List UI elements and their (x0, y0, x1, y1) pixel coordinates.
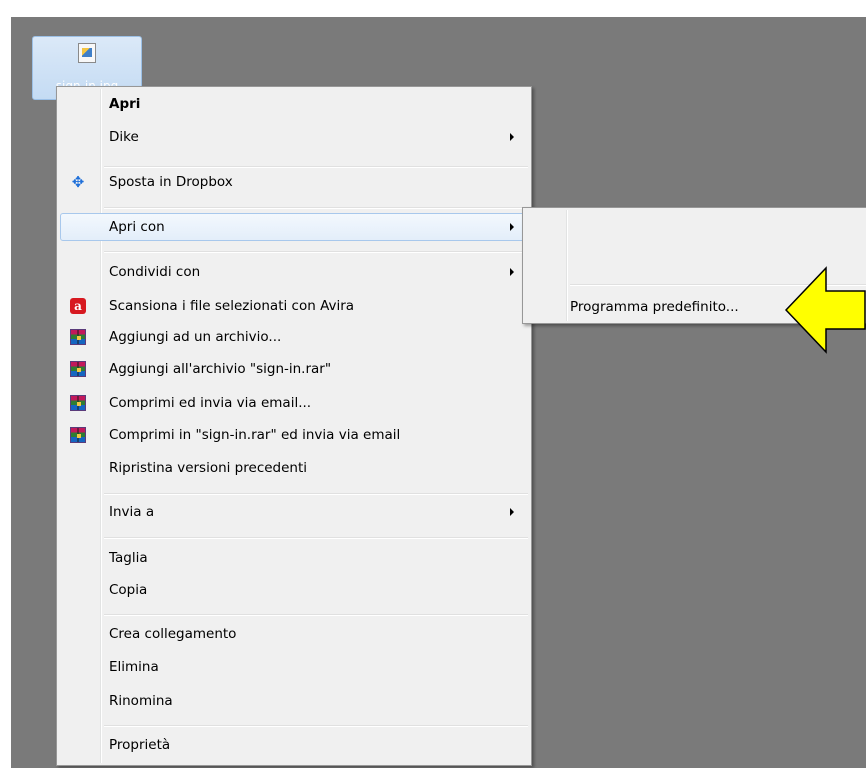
menu-item-label: Aggiungi ad un archivio... (109, 329, 282, 345)
menu-item-comprimi-email[interactable]: Comprimi ed invia via email... (60, 389, 528, 417)
menu-item-sposta-in-dropbox[interactable]: ✥ Sposta in Dropbox (60, 168, 528, 196)
menu-item-label: Comprimi in "sign-in.rar" ed invia via e… (109, 427, 401, 443)
menu-item-label: Apri con (109, 219, 165, 235)
submenu-arrow-icon (510, 508, 514, 516)
menu-item-elimina[interactable]: Elimina (60, 653, 528, 681)
yellow-arrow-annotation-icon (785, 266, 866, 354)
menu-separator (104, 537, 528, 539)
avira-icon: a (70, 298, 86, 314)
menu-item-label: Sposta in Dropbox (109, 174, 233, 190)
menu-item-label: Dike (109, 129, 139, 145)
menu-item-apri[interactable]: Apri (60, 90, 528, 118)
menu-item-apri-con[interactable]: Apri con (60, 213, 528, 241)
menu-item-ripristina-versioni[interactable]: Ripristina versioni precedenti (60, 454, 528, 482)
menu-item-taglia[interactable]: Taglia (60, 544, 528, 572)
menu-item-aggiungi-sign-in-rar[interactable]: Aggiungi all'archivio "sign-in.rar" (60, 355, 528, 383)
menu-item-label: Proprietà (109, 737, 171, 753)
submenu-arrow-icon (510, 133, 514, 141)
image-file-icon (78, 43, 96, 63)
menu-item-label: Aggiungi all'archivio "sign-in.rar" (109, 361, 332, 377)
menu-item-label: Taglia (109, 550, 148, 566)
menu-item-label: Scansiona i file selezionati con Avira (109, 298, 355, 314)
menu-item-label: Invia a (109, 504, 155, 520)
menu-separator (104, 725, 528, 727)
menu-separator (104, 207, 528, 209)
menu-item-label: Programma predefinito... (570, 299, 739, 315)
menu-separator (104, 251, 528, 253)
menu-item-label: Crea collegamento (109, 626, 237, 642)
menu-item-aggiungi-archivio[interactable]: Aggiungi ad un archivio... (60, 323, 528, 351)
menu-item-label: Copia (109, 582, 148, 598)
menu-item-label: Rinomina (109, 693, 173, 709)
submenu-arrow-icon (510, 223, 514, 231)
submenu-arrow-icon (510, 268, 514, 276)
menu-item-crea-collegamento[interactable]: Crea collegamento (60, 620, 528, 648)
menu-item-label: Condividi con (109, 264, 201, 280)
winrar-icon (70, 395, 86, 411)
menu-item-rinomina[interactable]: Rinomina (60, 687, 528, 715)
menu-separator (104, 493, 528, 495)
menu-item-invia-a[interactable]: Invia a (60, 498, 528, 526)
menu-item-label: Apri (109, 96, 141, 112)
menu-item-label: Elimina (109, 659, 159, 675)
menu-item-label: Ripristina versioni precedenti (109, 460, 308, 476)
menu-item-proprieta[interactable]: Proprietà (60, 731, 528, 759)
menu-item-condividi-con[interactable]: Condividi con (60, 258, 528, 286)
winrar-icon (70, 329, 86, 345)
menu-separator (104, 614, 528, 616)
dropbox-icon: ✥ (71, 173, 85, 191)
menu-item-label: Comprimi ed invia via email... (109, 395, 312, 411)
winrar-icon (70, 361, 86, 377)
menu-item-dike[interactable]: Dike (60, 123, 528, 151)
winrar-icon (70, 427, 86, 443)
menu-item-scansiona-avira[interactable]: a Scansiona i file selezionati con Avira (60, 292, 528, 320)
context-menu: Apri Dike ✥ Sposta in Dropbox Apri con C… (56, 86, 532, 766)
menu-item-comprimi-sign-in-email[interactable]: Comprimi in "sign-in.rar" ed invia via e… (60, 421, 528, 449)
menu-item-copia[interactable]: Copia (60, 576, 528, 604)
